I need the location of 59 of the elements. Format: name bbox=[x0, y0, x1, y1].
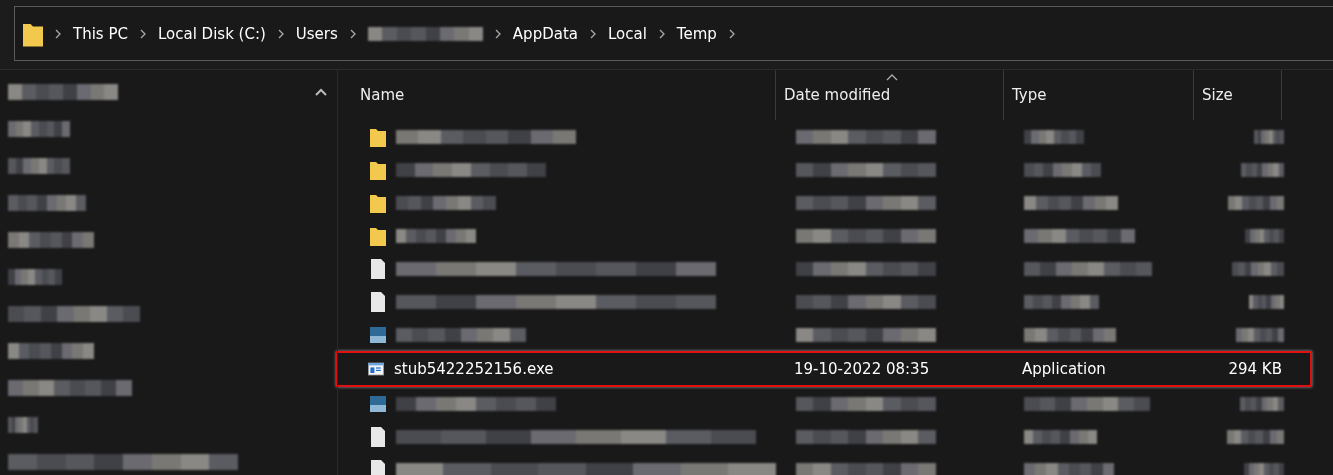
column-header[interactable]: Size bbox=[1194, 70, 1282, 120]
pixelated-text[interactable] bbox=[8, 380, 132, 396]
folder-icon bbox=[370, 192, 386, 213]
pixelated-text[interactable] bbox=[8, 269, 62, 285]
date-modified: 19-10-2022 08:35 bbox=[794, 360, 930, 378]
file-name: stub5422252156.exe bbox=[394, 360, 554, 378]
pixelated-text bbox=[1249, 294, 1284, 309]
pixelated-text bbox=[1227, 429, 1284, 444]
sort-icon bbox=[886, 74, 898, 81]
column-header[interactable]: Type bbox=[1004, 70, 1194, 120]
chevron-icon bbox=[349, 28, 356, 39]
breadcrumb[interactable]: Temp bbox=[676, 24, 717, 43]
pixelated-text bbox=[1254, 129, 1284, 144]
pixelated-text[interactable] bbox=[8, 158, 70, 174]
image-file-icon bbox=[370, 393, 386, 414]
pixelated-text bbox=[1240, 396, 1284, 411]
chevron-icon bbox=[55, 28, 61, 39]
image-file-icon bbox=[370, 324, 386, 345]
chevron-icon bbox=[139, 28, 146, 39]
application-icon bbox=[368, 359, 384, 379]
file-icon bbox=[370, 258, 386, 279]
breadcrumb[interactable]: Users bbox=[295, 24, 338, 43]
pixelated-text[interactable] bbox=[8, 195, 86, 211]
file-size: 294 KB bbox=[1228, 360, 1282, 378]
address-bar[interactable]: This PC Local Disk (C:) Users AppData Local Temp bbox=[14, 6, 1333, 61]
column-header[interactable]: Name bbox=[352, 70, 776, 120]
pixelated-text bbox=[1245, 228, 1284, 243]
pixelated-text[interactable] bbox=[8, 306, 140, 322]
folder-icon bbox=[370, 225, 386, 246]
pixelated-text bbox=[1228, 195, 1284, 210]
column-header[interactable]: Date modified bbox=[776, 70, 1004, 120]
chevron-icon bbox=[494, 28, 501, 39]
pixelated-text[interactable] bbox=[8, 454, 238, 470]
file-icon bbox=[370, 291, 386, 312]
breadcrumb[interactable]: Local bbox=[607, 24, 647, 43]
pixelated-text[interactable] bbox=[8, 417, 38, 433]
pixelated-text[interactable] bbox=[8, 232, 94, 248]
chevron-icon bbox=[658, 28, 665, 39]
folder-icon bbox=[370, 159, 386, 180]
breadcrumb[interactable]: This PC bbox=[73, 24, 128, 43]
pixelated-text bbox=[1244, 462, 1284, 475]
scroll-up-icon[interactable] bbox=[315, 88, 327, 96]
file-icon bbox=[370, 426, 386, 447]
chevron-icon bbox=[589, 28, 596, 39]
chevron-icon bbox=[728, 28, 735, 39]
breadcrumb[interactable]: AppData bbox=[512, 24, 578, 43]
pixelated-text[interactable] bbox=[8, 121, 70, 137]
file-type: Application bbox=[1022, 360, 1106, 378]
highlighted-row[interactable]: stub5422252156.exe 19-10-2022 08:35 Application 294 KB bbox=[336, 351, 1312, 387]
chevron-icon bbox=[277, 28, 284, 39]
pixelated-text bbox=[1241, 162, 1284, 177]
file-icon bbox=[370, 459, 386, 475]
pixelated-text[interactable] bbox=[8, 84, 118, 100]
pixelated-text bbox=[1024, 129, 1084, 144]
pixelated-text bbox=[1236, 327, 1284, 342]
pixelated-text bbox=[1232, 261, 1284, 276]
folder-icon bbox=[370, 126, 386, 147]
pixelated-text[interactable] bbox=[8, 343, 94, 359]
breadcrumb[interactable]: Local Disk (C:) bbox=[157, 24, 266, 43]
